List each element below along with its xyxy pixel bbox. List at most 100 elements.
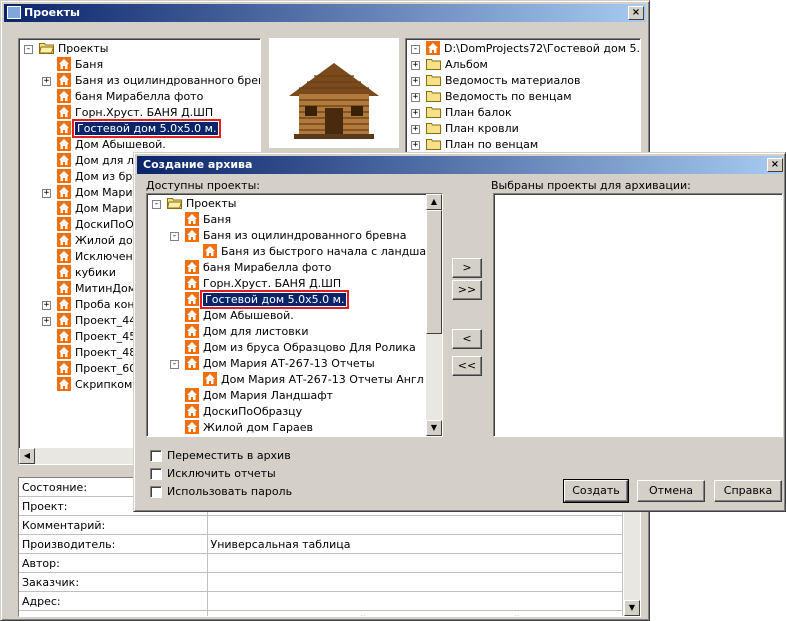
scroll-down-arrow[interactable]: ▼ (426, 420, 442, 436)
tree-item[interactable]: МитинДом (57, 281, 136, 297)
house-icon (57, 57, 71, 71)
tree-item[interactable]: Дом для листовки (185, 324, 309, 340)
path-item[interactable]: + План балок (411, 105, 512, 121)
tree-item[interactable]: Дом Абышевой. (185, 308, 294, 324)
folder-icon (38, 42, 55, 54)
tree-item[interactable]: Баня (57, 57, 103, 73)
move-to-archive-checkbox[interactable] (150, 450, 162, 462)
collapse-toggle[interactable]: - (24, 45, 33, 54)
path-item[interactable]: + План кровли (411, 121, 519, 137)
scroll-left-arrow[interactable]: ◀ (19, 448, 35, 464)
collapse-toggle[interactable]: - (411, 45, 420, 54)
house-icon (57, 217, 71, 231)
tree-item[interactable]: Гостевой дом 5.0x5.0 м. (185, 290, 350, 309)
available-projects-tree[interactable]: - Проекты Баня - Баня из оцилиндрованного бр… (146, 193, 443, 437)
help-button[interactable]: Справка (714, 480, 782, 502)
folder-icon (426, 58, 441, 70)
tree-item-label: План кровли (445, 122, 519, 135)
tree-root[interactable]: - Проекты (24, 41, 109, 57)
scroll-up-arrow[interactable]: ▲ (426, 194, 442, 210)
tree-item-label: баня Мирабелла фото (75, 90, 204, 103)
tree-item[interactable]: Жилой дом Гараев (185, 420, 313, 436)
collapse-toggle[interactable]: - (170, 232, 179, 241)
selected-projects-list[interactable] (493, 193, 783, 437)
tree-item-label: План балок (445, 106, 512, 119)
expand-toggle[interactable]: + (411, 109, 420, 118)
tree-item[interactable]: Дом из бруса Образцово Для Ролика (185, 340, 416, 356)
tree-item[interactable]: кубики (57, 265, 116, 281)
tree-item[interactable]: Исключения пазов (185, 436, 311, 437)
tree-item[interactable]: + Проба коне (42, 297, 141, 313)
tree-item[interactable]: Гостевой дом 5.0x5.0 м. (57, 119, 222, 138)
use-password-checkbox[interactable] (150, 486, 162, 498)
tree-item[interactable]: ДоскиПоОб (57, 217, 141, 233)
path-root[interactable]: - D:\DomProjects72\Гостевой дом 5.0x5.0 м (411, 41, 640, 57)
expand-toggle[interactable]: + (411, 141, 420, 150)
tree-item[interactable]: ДоскиПоОбразцу (185, 404, 302, 420)
tree-item[interactable]: Горн.Хруст. БАНЯ Д.ШП (185, 276, 341, 292)
tree-item[interactable]: Баня из быстрого начала с ландшафтом (203, 244, 442, 260)
tree-item[interactable]: Проект_45 (57, 329, 136, 345)
tree-item[interactable]: Проект_60 (57, 361, 136, 377)
project-contents-tree[interactable]: - D:\DomProjects72\Гостевой дом 5.0x5.0 м… (405, 38, 641, 168)
expand-toggle[interactable]: + (411, 77, 420, 86)
expand-toggle[interactable]: + (42, 77, 51, 86)
remove-one-button[interactable]: < (452, 329, 482, 349)
collapse-toggle[interactable]: - (170, 360, 179, 369)
path-item[interactable]: + Ведомость по венцам (411, 89, 572, 105)
use-password-label: Использовать пароль (167, 485, 293, 498)
move-one-button[interactable]: > (452, 258, 482, 278)
tree-item[interactable]: + Баня из оцилиндрованного бревна (42, 73, 260, 89)
property-value (207, 572, 623, 592)
tree-item[interactable]: Горн.Хруст. БАНЯ Д.ШП (57, 105, 213, 121)
house-icon (57, 313, 71, 327)
tree-item[interactable]: баня Мирабелла фото (185, 260, 331, 276)
projects-titlebar[interactable]: Проекты × (4, 4, 646, 22)
close-button[interactable]: × (628, 6, 644, 20)
tree-item[interactable]: Дом Мария АТ-267-13 Отчеты Англ (203, 372, 424, 388)
tree-item-label: Жилой дом Гараев (203, 421, 313, 434)
tree-item-label: Горн.Хруст. БАНЯ Д.ШП (203, 277, 342, 290)
available-projects-scrollbar[interactable]: ▲ ▼ (426, 194, 442, 436)
scroll-thumb[interactable] (426, 210, 442, 334)
tree-item[interactable]: - Дом Мария АТ-267-13 Отчеты (170, 356, 375, 372)
tree-item[interactable]: + Проект_44 (42, 313, 136, 329)
tree-item-label: План по венцам (445, 138, 539, 151)
tree-root[interactable]: - Проекты (152, 196, 237, 212)
expand-toggle[interactable]: + (411, 93, 420, 102)
house-icon (57, 89, 71, 103)
house-icon (185, 260, 199, 274)
expand-toggle[interactable]: + (42, 189, 51, 198)
scroll-down-arrow[interactable]: ▼ (624, 600, 640, 616)
property-label: Производитель: (19, 534, 208, 554)
tree-item[interactable]: баня Мирабелла фото (57, 89, 203, 105)
tree-item[interactable]: Дом Абышевой. (57, 137, 166, 153)
tree-item[interactable]: Баня (185, 212, 231, 228)
house-icon (203, 372, 217, 386)
expand-toggle[interactable]: + (411, 61, 420, 70)
tree-item[interactable]: Скрипком П (57, 377, 144, 393)
property-value (207, 515, 623, 535)
tree-item[interactable]: Проект_48 (57, 345, 136, 361)
path-item[interactable]: + Ведомость материалов (411, 73, 580, 89)
path-item[interactable]: + Альбом (411, 57, 488, 73)
dialog-titlebar[interactable]: Создание архива × (137, 156, 783, 174)
cancel-button[interactable]: Отмена (637, 480, 705, 502)
dialog-close-button[interactable]: × (767, 158, 783, 172)
path-item[interactable]: + План по венцам (411, 137, 539, 153)
tree-item[interactable]: + Дом Мария (42, 185, 139, 201)
move-all-button[interactable]: >> (452, 280, 482, 300)
remove-all-button[interactable]: << (452, 356, 482, 376)
expand-toggle[interactable]: + (42, 301, 51, 310)
create-button[interactable]: Создать (563, 479, 629, 503)
house-icon (57, 265, 71, 279)
tree-item[interactable]: Дом Мария (57, 201, 139, 217)
tree-item[interactable]: Дом Мария Ландшафт (185, 388, 333, 404)
tree-item[interactable]: Жилой дом (57, 233, 141, 249)
tree-item[interactable]: - Баня из оцилиндрованного бревна (170, 228, 406, 244)
collapse-toggle[interactable]: - (152, 200, 161, 209)
exclude-reports-checkbox[interactable] (150, 468, 162, 480)
expand-toggle[interactable]: + (42, 317, 51, 326)
house-icon (57, 345, 71, 359)
expand-toggle[interactable]: + (411, 125, 420, 134)
